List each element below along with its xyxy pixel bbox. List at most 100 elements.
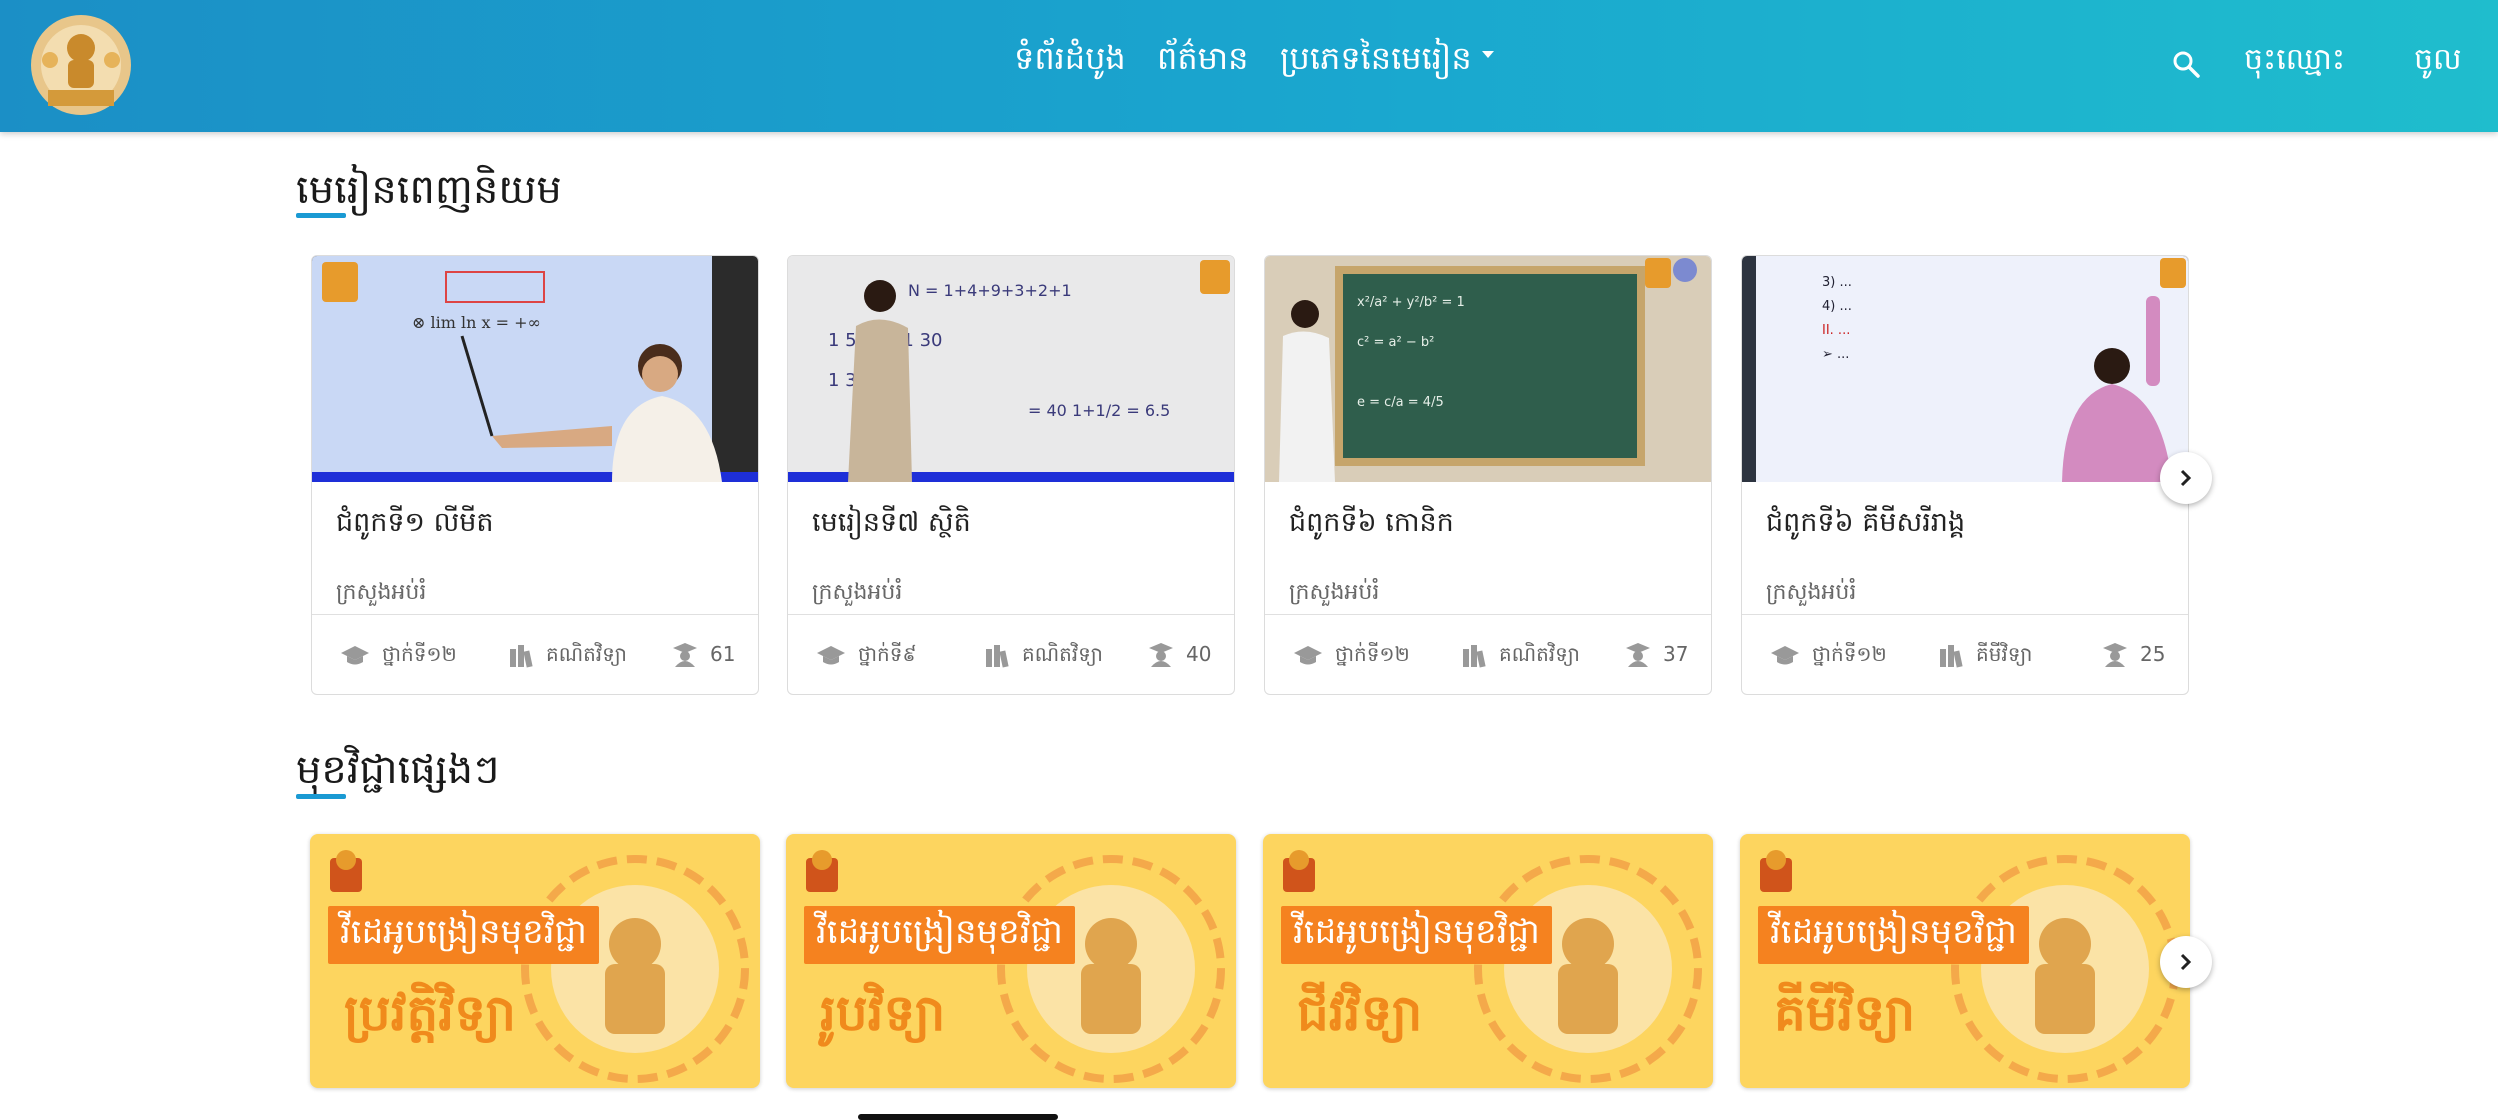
student-icon bbox=[1149, 643, 1173, 667]
lesson-title[interactable]: ជំពូកទី៦ គីមីសរីរាង្គ bbox=[1766, 506, 1965, 545]
svg-text:c² = a² − b²: c² = a² − b² bbox=[1357, 335, 1434, 350]
ministry-emblem bbox=[1760, 850, 1792, 892]
lesson-thumbnail: x²/a² + y²/b² = 1 c² = a² − b² e = c/a =… bbox=[1265, 256, 1711, 482]
subject-illustration bbox=[1951, 855, 2179, 1083]
login-link[interactable]: ចូល bbox=[2414, 40, 2462, 84]
subject-meta: គណិតវិទ្យា bbox=[984, 641, 1103, 671]
popular-next-button[interactable] bbox=[2160, 452, 2212, 504]
lesson-author: ក្រសួងអប់រំ bbox=[336, 580, 427, 605]
svg-text:3) ...: 3) ... bbox=[1822, 275, 1852, 290]
subject-card[interactable]: វីដេអូបង្រៀនមុខវិជ្ជា ជីវវិទ្យា bbox=[1263, 834, 1713, 1088]
subject-label: គណិតវិទ្យា bbox=[1499, 642, 1580, 666]
scroll-indicator bbox=[858, 1114, 1058, 1120]
view-count: 25 bbox=[2140, 642, 2166, 666]
student-icon bbox=[1626, 643, 1650, 667]
svg-text:e = c/a = 4/5: e = c/a = 4/5 bbox=[1357, 395, 1444, 410]
title-underline bbox=[296, 794, 346, 799]
subject-meta: គីមីវិទ្យា bbox=[1938, 641, 2032, 671]
count-meta: 40 bbox=[1148, 641, 1211, 667]
nav-home[interactable]: ទំព័រដំបូង bbox=[1014, 38, 1126, 85]
register-link[interactable]: ចុះឈ្មោះ bbox=[2244, 40, 2345, 84]
graduation-cap-icon bbox=[1294, 646, 1322, 665]
ministry-logo[interactable] bbox=[28, 12, 134, 118]
view-count: 61 bbox=[710, 642, 736, 666]
subject-name: រូបវិទ្យា bbox=[820, 984, 946, 1042]
count-meta: 37 bbox=[1625, 641, 1688, 667]
lesson-card[interactable]: ⊗ lim ln x = +∞ ជំពូកទី១ លីមីត ក្រសួងអប់… bbox=[311, 255, 759, 695]
books-icon bbox=[1940, 645, 1963, 668]
subject-meta: គណិតវិទ្យា bbox=[508, 641, 627, 671]
svg-text:N = 1+4+9+3+2+1: N = 1+4+9+3+2+1 bbox=[908, 281, 1072, 300]
lesson-card[interactable]: N = 1+4+9+3+2+1 1 5 20 21 30 1 3 3 2 1 =… bbox=[787, 255, 1235, 695]
ministry-emblem bbox=[1283, 850, 1315, 892]
subject-banner: វីដេអូបង្រៀនមុខវិជ្ជា bbox=[1758, 906, 2029, 964]
subjects-next-button[interactable] bbox=[2160, 936, 2212, 988]
subject-banner: វីដេអូបង្រៀនមុខវិជ្ជា bbox=[804, 906, 1075, 964]
title-underline bbox=[296, 213, 346, 218]
grade-meta: ថ្នាក់ទី១២ bbox=[1770, 641, 1887, 671]
ministry-emblem bbox=[806, 850, 838, 892]
chevron-right-icon bbox=[2180, 469, 2192, 487]
caret-down-icon bbox=[1481, 50, 1494, 58]
subject-illustration bbox=[521, 855, 749, 1083]
subject-name: គីមីវិទ្យា bbox=[1774, 984, 1916, 1042]
lesson-meta: ថ្នាក់ទី៩ គណិតវិទ្យា 40 bbox=[788, 614, 1234, 694]
svg-text:4) ...: 4) ... bbox=[1822, 299, 1852, 314]
subject-banner: វីដេអូបង្រៀនមុខវិជ្ជា bbox=[328, 906, 599, 964]
lesson-thumbnail: 3) ... 4) ... II. ... ➢ ... bbox=[1742, 256, 2188, 482]
books-icon bbox=[986, 645, 1009, 668]
lesson-card[interactable]: 3) ... 4) ... II. ... ➢ ... ជំពូកទី៦ គីម… bbox=[1741, 255, 2189, 695]
subject-card[interactable]: វីដេអូបង្រៀនមុខវិជ្ជា រូបវិទ្យា bbox=[786, 834, 1236, 1088]
graduation-cap-icon bbox=[341, 646, 369, 665]
view-count: 40 bbox=[1186, 642, 1212, 666]
subject-label: គីមីវិទ្យា bbox=[1976, 642, 2033, 666]
lesson-author: ក្រសួងអប់រំ bbox=[1289, 580, 1380, 605]
student-icon bbox=[2103, 643, 2127, 667]
count-meta: 61 bbox=[672, 641, 735, 667]
lesson-title[interactable]: ជំពូកទី៦ កោនិក bbox=[1289, 506, 1454, 545]
view-count: 37 bbox=[1663, 642, 1689, 666]
grade-label: ថ្នាក់ទី១២ bbox=[382, 642, 457, 666]
lesson-meta: ថ្នាក់ទី១២ គីមីវិទ្យា 25 bbox=[1742, 614, 2188, 694]
grade-label: ថ្នាក់ទី១២ bbox=[1335, 642, 1410, 666]
ministry-emblem bbox=[330, 850, 362, 892]
grade-meta: ថ្នាក់ទី១២ bbox=[340, 641, 457, 671]
svg-text:x²/a² + y²/b² = 1: x²/a² + y²/b² = 1 bbox=[1357, 295, 1465, 310]
grade-meta: ថ្នាក់ទី១២ bbox=[1293, 641, 1410, 671]
subject-illustration bbox=[1474, 855, 1702, 1083]
lesson-thumbnail: ⊗ lim ln x = +∞ bbox=[312, 256, 758, 482]
subject-meta: គណិតវិទ្យា bbox=[1461, 641, 1580, 671]
count-meta: 25 bbox=[2102, 641, 2165, 667]
grade-label: ថ្នាក់ទី៩ bbox=[858, 642, 917, 666]
lesson-thumbnail: N = 1+4+9+3+2+1 1 5 20 21 30 1 3 3 2 1 =… bbox=[788, 256, 1234, 482]
graduation-cap-icon bbox=[1771, 646, 1799, 665]
lesson-card[interactable]: x²/a² + y²/b² = 1 c² = a² − b² e = c/a =… bbox=[1264, 255, 1712, 695]
books-icon bbox=[1463, 645, 1486, 668]
graduation-cap-icon bbox=[817, 646, 845, 665]
lesson-title[interactable]: មេរៀនទី៧ ស្ថិតិ bbox=[812, 506, 971, 545]
search-icon[interactable] bbox=[2170, 48, 2204, 82]
subject-illustration bbox=[997, 855, 1225, 1083]
nav-news[interactable]: ព័ត៌មាន bbox=[1157, 38, 1248, 85]
subject-card[interactable]: វីដេអូបង្រៀនមុខវិជ្ជា គីមីវិទ្យា bbox=[1740, 834, 2190, 1088]
grade-meta: ថ្នាក់ទី៩ bbox=[816, 641, 917, 671]
svg-text:➢ ...: ➢ ... bbox=[1822, 347, 1849, 362]
subject-banner: វីដេអូបង្រៀនមុខវិជ្ជា bbox=[1281, 906, 1552, 964]
nav-lesson-types-label: ប្រភេទនៃមេរៀន bbox=[1280, 39, 1472, 77]
books-icon bbox=[510, 645, 533, 668]
lesson-title[interactable]: ជំពូកទី១ លីមីត bbox=[336, 506, 494, 545]
subject-label: គណិតវិទ្យា bbox=[546, 642, 627, 666]
subject-label: គណិតវិទ្យា bbox=[1022, 642, 1103, 666]
svg-text:II. ...: II. ... bbox=[1822, 323, 1850, 338]
subject-name: ជីវវិទ្យា bbox=[1297, 984, 1423, 1042]
grade-label: ថ្នាក់ទី១២ bbox=[1812, 642, 1887, 666]
lesson-author: ក្រសួងអប់រំ bbox=[1766, 580, 1857, 605]
chevron-right-icon bbox=[2180, 953, 2192, 971]
lesson-meta: ថ្នាក់ទី១២ គណិតវិទ្យា 61 bbox=[312, 614, 758, 694]
nav-lesson-types[interactable]: ប្រភេទនៃមេរៀន bbox=[1280, 38, 1494, 85]
subject-card[interactable]: វីដេអូបង្រៀនមុខវិជ្ជា ប្រវត្តិវិទ្យា bbox=[310, 834, 760, 1088]
subject-name: ប្រវត្តិវិទ្យា bbox=[344, 984, 516, 1042]
lesson-author: ក្រសួងអប់រំ bbox=[812, 580, 903, 605]
lesson-meta: ថ្នាក់ទី១២ គណិតវិទ្យា 37 bbox=[1265, 614, 1711, 694]
svg-text:= 40 1+1/2 = 6.5: = 40 1+1/2 = 6.5 bbox=[1028, 401, 1170, 420]
